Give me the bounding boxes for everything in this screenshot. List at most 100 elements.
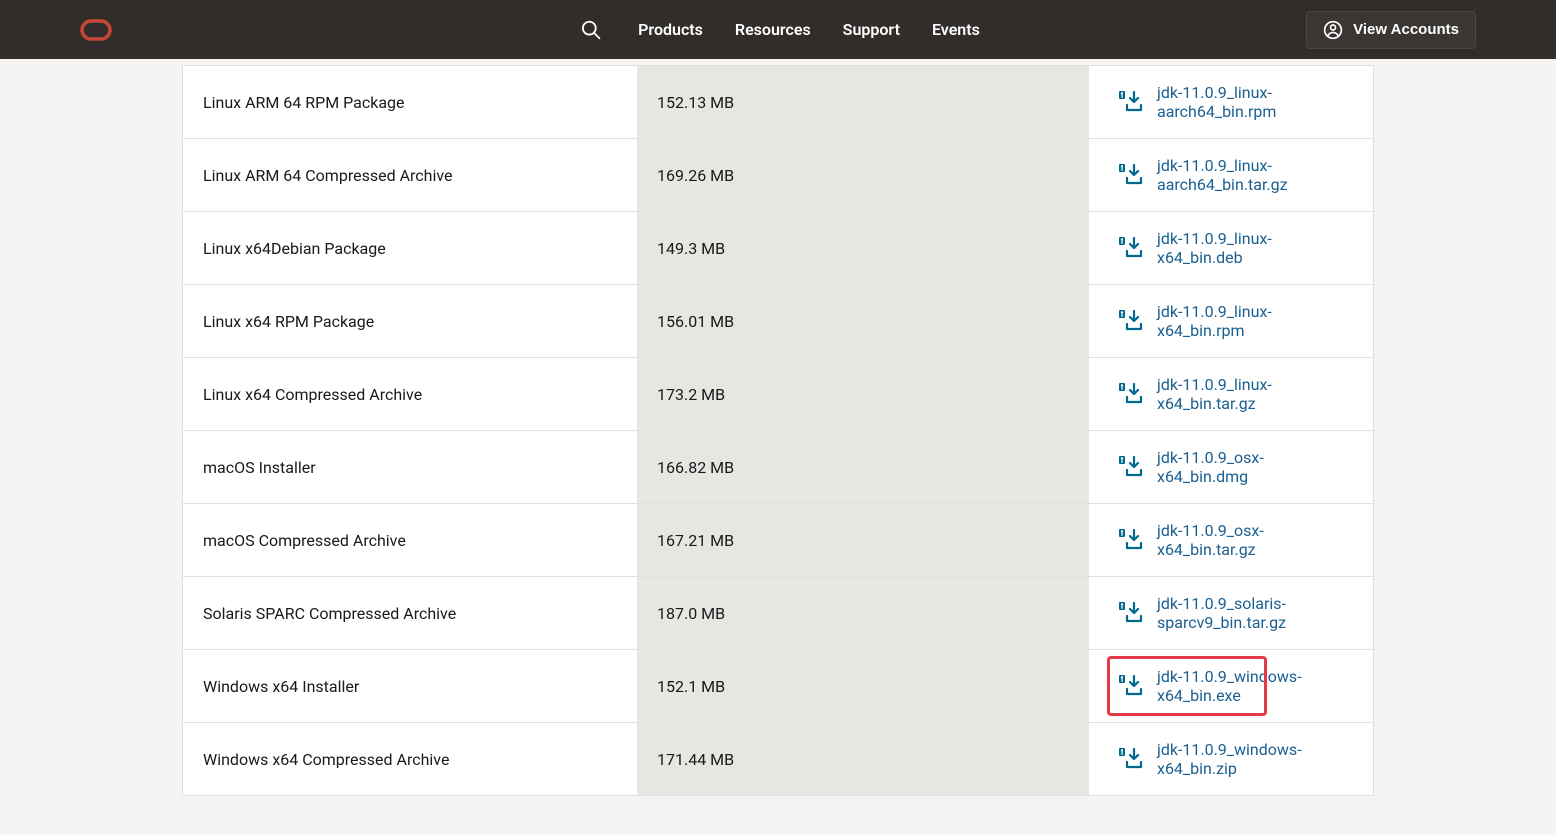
product-label: Linux x64 RPM Package: [203, 312, 374, 331]
nav-events[interactable]: Events: [932, 20, 980, 39]
search-icon: [580, 19, 602, 41]
size-label: 156.01 MB: [657, 312, 734, 331]
product-cell: Linux x64Debian Package: [183, 212, 637, 284]
filename-label: jdk-11.0.9_windows-x64_bin.exe: [1157, 667, 1353, 705]
download-link[interactable]: jdk-11.0.9_osx-x64_bin.tar.gz: [1119, 521, 1353, 559]
product-cell: Windows x64 Compressed Archive: [183, 723, 637, 795]
content-area: Linux ARM 64 RPM Package 152.13 MB jdk-11…: [98, 59, 1458, 796]
download-link[interactable]: jdk-11.0.9_linux-x64_bin.deb: [1119, 229, 1353, 267]
download-cell: jdk-11.0.9_linux-aarch64_bin.tar.gz: [1089, 139, 1373, 211]
download-icon: [1119, 602, 1145, 624]
product-label: Linux ARM 64 Compressed Archive: [203, 166, 452, 185]
size-cell: 167.21 MB: [637, 504, 1089, 576]
download-cell: jdk-11.0.9_windows-x64_bin.exe: [1089, 650, 1373, 722]
product-label: macOS Compressed Archive: [203, 531, 406, 550]
table-row: macOS Installer 166.82 MB jdk-11.0.9_osx-…: [183, 430, 1373, 503]
size-label: 167.21 MB: [657, 531, 734, 550]
product-label: macOS Installer: [203, 458, 316, 477]
download-link[interactable]: jdk-11.0.9_linux-x64_bin.rpm: [1119, 302, 1353, 340]
nav-products[interactable]: Products: [638, 20, 703, 39]
size-label: 171.44 MB: [657, 750, 734, 769]
header-nav: Products Resources Support Events: [576, 15, 980, 45]
size-cell: 149.3 MB: [637, 212, 1089, 284]
download-icon: [1119, 237, 1145, 259]
product-label: Windows x64 Compressed Archive: [203, 750, 449, 769]
download-cell: jdk-11.0.9_osx-x64_bin.dmg: [1089, 431, 1373, 503]
table-row: Solaris SPARC Compressed Archive 187.0 MB…: [183, 576, 1373, 649]
filename-label: jdk-11.0.9_linux-aarch64_bin.tar.gz: [1157, 156, 1353, 194]
table-row: Linux x64 Compressed Archive 173.2 MB jdk…: [183, 357, 1373, 430]
nav-resources[interactable]: Resources: [735, 20, 811, 39]
download-link[interactable]: jdk-11.0.9_linux-x64_bin.tar.gz: [1119, 375, 1353, 413]
size-cell: 173.2 MB: [637, 358, 1089, 430]
filename-label: jdk-11.0.9_linux-aarch64_bin.rpm: [1157, 83, 1353, 121]
size-label: 152.1 MB: [657, 677, 725, 696]
product-cell: macOS Compressed Archive: [183, 504, 637, 576]
download-icon: [1119, 456, 1145, 478]
table-row: Windows x64 Installer 152.1 MB jdk-11.0.9…: [183, 649, 1373, 722]
table-row: macOS Compressed Archive 167.21 MB jdk-11…: [183, 503, 1373, 576]
main-header: Products Resources Support Events View A…: [0, 0, 1556, 59]
product-cell: Windows x64 Installer: [183, 650, 637, 722]
user-icon: [1323, 20, 1343, 40]
download-link[interactable]: jdk-11.0.9_linux-aarch64_bin.tar.gz: [1119, 156, 1353, 194]
view-accounts-label: View Accounts: [1353, 21, 1459, 38]
size-cell: 152.1 MB: [637, 650, 1089, 722]
download-cell: jdk-11.0.9_linux-aarch64_bin.rpm: [1089, 66, 1373, 138]
header-left: [80, 19, 112, 41]
download-cell: jdk-11.0.9_linux-x64_bin.deb: [1089, 212, 1373, 284]
product-cell: Linux x64 RPM Package: [183, 285, 637, 357]
oracle-logo[interactable]: [80, 19, 112, 41]
size-cell: 152.13 MB: [637, 66, 1089, 138]
download-link[interactable]: jdk-11.0.9_windows-x64_bin.exe: [1119, 667, 1353, 705]
download-link[interactable]: jdk-11.0.9_linux-aarch64_bin.rpm: [1119, 83, 1353, 121]
product-cell: Solaris SPARC Compressed Archive: [183, 577, 637, 649]
size-label: 187.0 MB: [657, 604, 725, 623]
size-label: 149.3 MB: [657, 239, 725, 258]
filename-label: jdk-11.0.9_osx-x64_bin.dmg: [1157, 448, 1353, 486]
download-icon: [1119, 529, 1145, 551]
header-right: View Accounts: [1306, 11, 1476, 49]
table-row: Linux x64Debian Package 149.3 MB jdk-11.0…: [183, 211, 1373, 284]
product-cell: Linux x64 Compressed Archive: [183, 358, 637, 430]
table-row: Linux ARM 64 RPM Package 152.13 MB jdk-11…: [183, 65, 1373, 138]
size-cell: 187.0 MB: [637, 577, 1089, 649]
filename-label: jdk-11.0.9_linux-x64_bin.rpm: [1157, 302, 1353, 340]
product-cell: Linux ARM 64 Compressed Archive: [183, 139, 637, 211]
download-icon: [1119, 748, 1145, 770]
download-link[interactable]: jdk-11.0.9_osx-x64_bin.dmg: [1119, 448, 1353, 486]
filename-label: jdk-11.0.9_linux-x64_bin.deb: [1157, 229, 1353, 267]
size-label: 166.82 MB: [657, 458, 734, 477]
size-label: 152.13 MB: [657, 93, 734, 112]
download-cell: jdk-11.0.9_osx-x64_bin.tar.gz: [1089, 504, 1373, 576]
table-row: Windows x64 Compressed Archive171.44 MB …: [183, 722, 1373, 795]
filename-label: jdk-11.0.9_solaris-sparcv9_bin.tar.gz: [1157, 594, 1353, 632]
product-label: Solaris SPARC Compressed Archive: [203, 604, 456, 623]
table-row: Linux x64 RPM Package 156.01 MB jdk-11.0.…: [183, 284, 1373, 357]
product-cell: macOS Installer: [183, 431, 637, 503]
product-label: Windows x64 Installer: [203, 677, 359, 696]
product-cell: Linux ARM 64 RPM Package: [183, 66, 637, 138]
size-cell: 166.82 MB: [637, 431, 1089, 503]
size-cell: 171.44 MB: [637, 723, 1089, 795]
download-cell: jdk-11.0.9_linux-x64_bin.tar.gz: [1089, 358, 1373, 430]
download-icon: [1119, 383, 1145, 405]
product-label: Linux ARM 64 RPM Package: [203, 93, 405, 112]
size-cell: 156.01 MB: [637, 285, 1089, 357]
download-cell: jdk-11.0.9_linux-x64_bin.rpm: [1089, 285, 1373, 357]
product-label: Linux x64 Compressed Archive: [203, 385, 422, 404]
filename-label: jdk-11.0.9_osx-x64_bin.tar.gz: [1157, 521, 1353, 559]
view-accounts-button[interactable]: View Accounts: [1306, 11, 1476, 49]
download-icon: [1119, 164, 1145, 186]
product-label: Linux x64Debian Package: [203, 239, 386, 258]
download-link[interactable]: jdk-11.0.9_windows-x64_bin.zip: [1119, 740, 1353, 778]
filename-label: jdk-11.0.9_linux-x64_bin.tar.gz: [1157, 375, 1353, 413]
size-label: 169.26 MB: [657, 166, 734, 185]
nav-support[interactable]: Support: [843, 20, 900, 39]
download-icon: [1119, 675, 1145, 697]
size-label: 173.2 MB: [657, 385, 725, 404]
filename-label: jdk-11.0.9_windows-x64_bin.zip: [1157, 740, 1353, 778]
download-icon: [1119, 91, 1145, 113]
search-button[interactable]: [576, 15, 606, 45]
download-link[interactable]: jdk-11.0.9_solaris-sparcv9_bin.tar.gz: [1119, 594, 1353, 632]
